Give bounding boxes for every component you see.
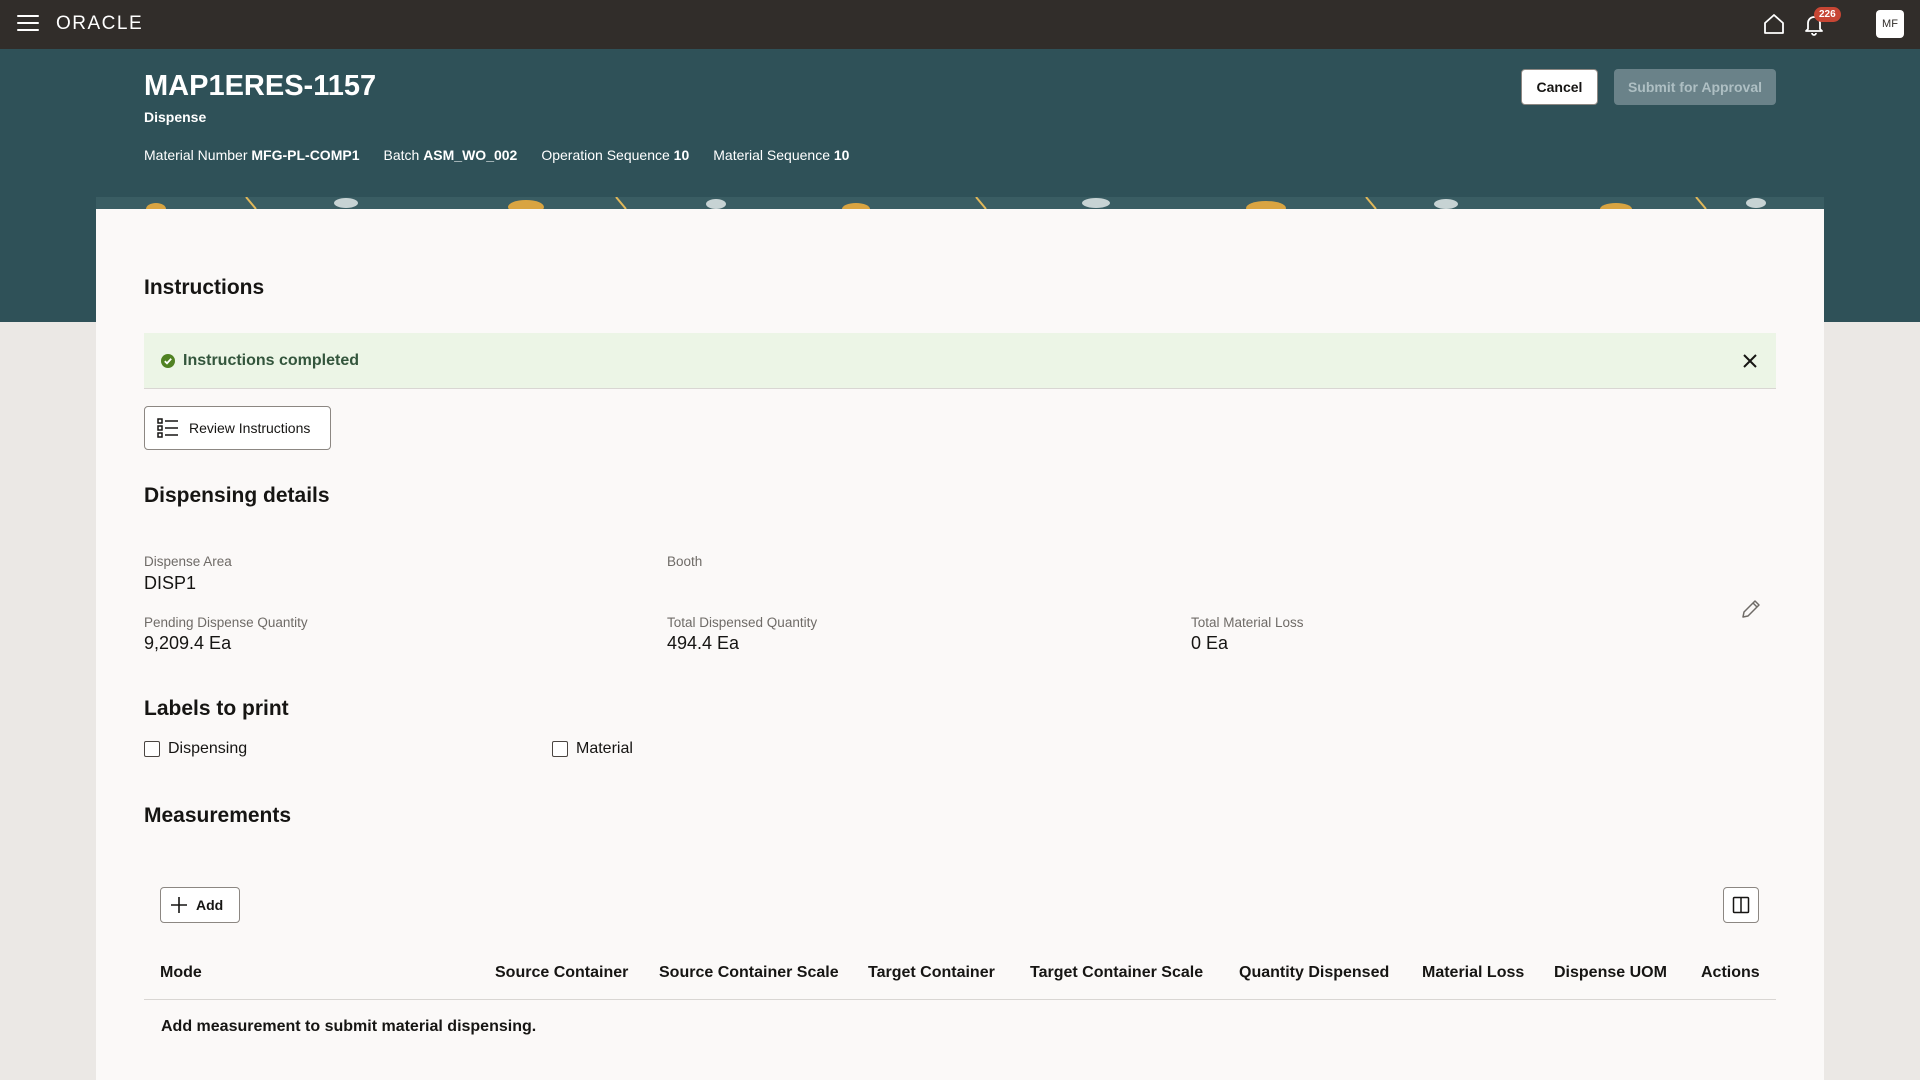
instructions-heading: Instructions <box>144 276 265 299</box>
background-right <box>1824 322 1920 1080</box>
global-header: ORACLE 226 MF <box>0 0 1920 49</box>
labels-to-print-heading: Labels to print <box>144 697 289 720</box>
notifications-count-badge: 226 <box>1814 7 1841 22</box>
checkbox-box[interactable] <box>144 741 160 757</box>
page-subtitle: Dispense <box>144 109 207 125</box>
total-dispensed-quantity-label: Total Dispensed Quantity <box>667 615 818 630</box>
total-material-loss-value: 0 Ea <box>1191 633 1229 653</box>
dispense-area-value: DISP1 <box>144 573 197 593</box>
page-title: MAP1ERES-1157 <box>144 70 377 102</box>
pending-dispense-quantity-value: 9,209.4 Ea <box>144 633 232 653</box>
meta-batch: Batch ASM_WO_002 <box>383 147 517 163</box>
meta-value: 10 <box>833 147 850 163</box>
checklist-icon <box>157 418 178 438</box>
column-header-target-container[interactable]: Target Container <box>868 964 995 982</box>
measurements-heading: Measurements <box>144 804 292 827</box>
columns-icon <box>1732 896 1750 914</box>
add-measurement-button[interactable]: Add <box>160 887 240 923</box>
total-material-loss-label: Total Material Loss <box>1191 615 1304 630</box>
banner-text: Instructions completed <box>183 351 360 369</box>
submit-for-approval-button[interactable]: Submit for Approval <box>1614 69 1776 105</box>
column-header-material-loss[interactable]: Material Loss <box>1422 964 1524 982</box>
meta-label: Batch <box>383 147 420 163</box>
total-dispensed-quantity-value: 494.4 Ea <box>667 633 740 653</box>
close-icon[interactable] <box>1741 352 1759 370</box>
home-icon[interactable] <box>1762 12 1786 36</box>
cancel-button[interactable]: Cancel <box>1521 69 1598 105</box>
header-meta-row: Material Number MFG-PL-COMP1 Batch ASM_W… <box>144 147 849 163</box>
column-header-dispense-uom[interactable]: Dispense UOM <box>1554 964 1667 982</box>
meta-material-sequence: Material Sequence 10 <box>713 147 849 163</box>
add-label: Add <box>196 897 224 913</box>
dispense-area-label: Dispense Area <box>144 554 232 569</box>
meta-label: Operation Sequence <box>541 147 670 163</box>
column-header-source-container-scale[interactable]: Source Container Scale <box>659 964 839 982</box>
plus-icon <box>171 897 187 913</box>
column-header-mode[interactable]: Mode <box>160 964 202 982</box>
user-avatar[interactable]: MF <box>1876 10 1904 38</box>
column-header-actions: Actions <box>1701 964 1760 981</box>
columns-toggle-button[interactable] <box>1723 887 1759 923</box>
checkbox-label: Material <box>576 740 633 757</box>
column-header-target-container-scale[interactable]: Target Container Scale <box>1030 964 1203 982</box>
measurements-table-header: Mode Source Container Source Container S… <box>144 950 1776 1000</box>
empty-table-message: Add measurement to submit material dispe… <box>161 1018 537 1035</box>
menu-icon[interactable] <box>17 15 39 33</box>
checkbox-box[interactable] <box>552 741 568 757</box>
dispensing-label-checkbox[interactable]: Dispensing <box>144 740 247 758</box>
meta-value: ASM_WO_002 <box>423 147 518 163</box>
review-instructions-button[interactable]: Review Instructions <box>144 406 331 450</box>
success-check-icon <box>161 353 175 368</box>
dispensing-details-heading: Dispensing details <box>144 484 330 507</box>
instructions-completed-banner: Instructions completed <box>144 333 1776 389</box>
decorative-pattern-strip <box>96 197 1824 209</box>
pending-dispense-quantity-label: Pending Dispense Quantity <box>144 615 308 630</box>
edit-pencil-icon[interactable] <box>1740 598 1762 620</box>
checkbox-label: Dispensing <box>168 740 248 757</box>
meta-value: MFG-PL-COMP1 <box>251 147 360 163</box>
material-label-checkbox[interactable]: Material <box>552 740 633 758</box>
review-instructions-label: Review Instructions <box>189 420 311 436</box>
meta-value: 10 <box>673 147 690 163</box>
meta-label: Material Number <box>144 147 248 163</box>
column-header-quantity-dispensed[interactable]: Quantity Dispensed <box>1239 964 1389 982</box>
booth-label: Booth <box>667 554 703 569</box>
background-left <box>0 322 96 1080</box>
meta-operation-sequence: Operation Sequence 10 <box>541 147 689 163</box>
meta-label: Material Sequence <box>713 147 830 163</box>
meta-material-number: Material Number MFG-PL-COMP1 <box>144 147 359 163</box>
column-header-source-container[interactable]: Source Container <box>495 964 628 982</box>
oracle-logo: ORACLE <box>56 13 144 34</box>
